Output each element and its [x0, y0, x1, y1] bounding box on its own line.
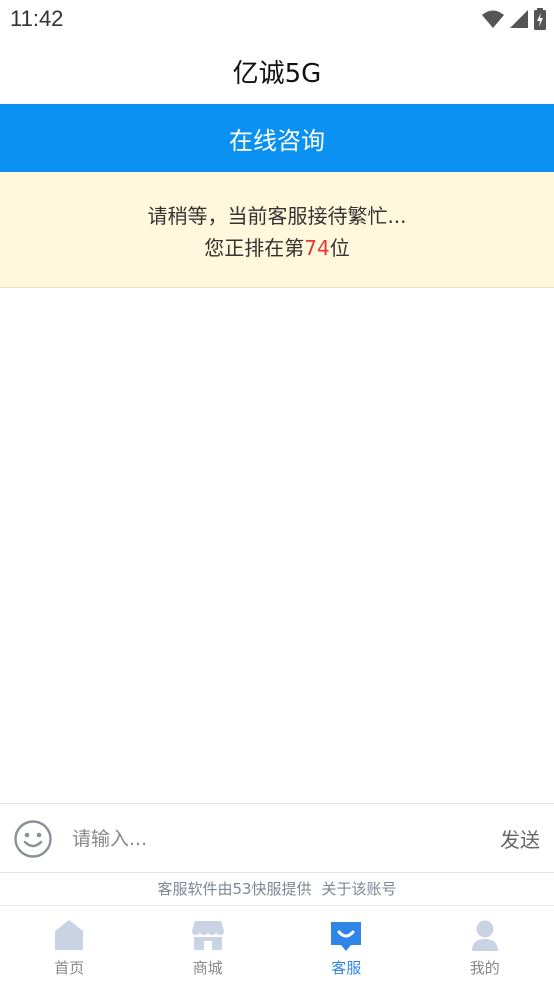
- tab-store-label: 商城: [192, 959, 223, 977]
- queue-position-number: 74: [304, 236, 330, 260]
- cell-signal-icon: [510, 10, 528, 28]
- tab-home[interactable]: 首页: [0, 906, 139, 984]
- customer-service-icon: [331, 922, 362, 951]
- queue-notice: 请稍等，当前客服接待繁忙... 您正排在第74位: [0, 172, 554, 288]
- tab-store[interactable]: 商城: [139, 906, 278, 984]
- chat-header: 在线咨询: [0, 104, 554, 172]
- wifi-icon: [482, 10, 504, 28]
- powered-by-link[interactable]: 客服软件由53快服提供: [157, 880, 311, 898]
- credits-bar: 客服软件由53快服提供 关于该账号: [0, 874, 554, 906]
- tab-home-label: 首页: [54, 959, 85, 977]
- tab-customer-service[interactable]: 客服: [277, 906, 416, 984]
- profile-icon: [471, 920, 498, 951]
- queue-position-suffix: 位: [329, 236, 350, 260]
- queue-position-message: 您正排在第74位: [0, 232, 554, 261]
- send-button[interactable]: 发送: [500, 824, 540, 853]
- input-bar: 发送: [0, 803, 554, 873]
- status-icons: [482, 8, 546, 30]
- status-time: 11:42: [10, 6, 64, 31]
- home-icon: [55, 920, 84, 950]
- app-header: 亿诚5G: [0, 38, 554, 104]
- queue-position-prefix: 您正排在第: [204, 236, 305, 260]
- chat-title: 在线咨询: [229, 126, 325, 155]
- message-input[interactable]: [72, 821, 472, 857]
- queue-busy-message: 请稍等，当前客服接待繁忙...: [147, 204, 407, 228]
- battery-charging-icon: [534, 8, 546, 30]
- emoji-icon[interactable]: [13, 819, 53, 859]
- message-area[interactable]: [0, 289, 554, 803]
- store-icon: [191, 921, 224, 950]
- about-account-link[interactable]: 关于该账号: [322, 880, 397, 898]
- tab-customer-service-label: 客服: [331, 959, 362, 977]
- app-title: 亿诚5G: [232, 58, 322, 89]
- bottom-tab-bar: 首页 商城 客服 我的: [0, 906, 554, 984]
- tab-profile-label: 我的: [469, 959, 500, 977]
- status-bar: 11:42: [0, 0, 554, 38]
- tab-profile[interactable]: 我的: [416, 906, 554, 984]
